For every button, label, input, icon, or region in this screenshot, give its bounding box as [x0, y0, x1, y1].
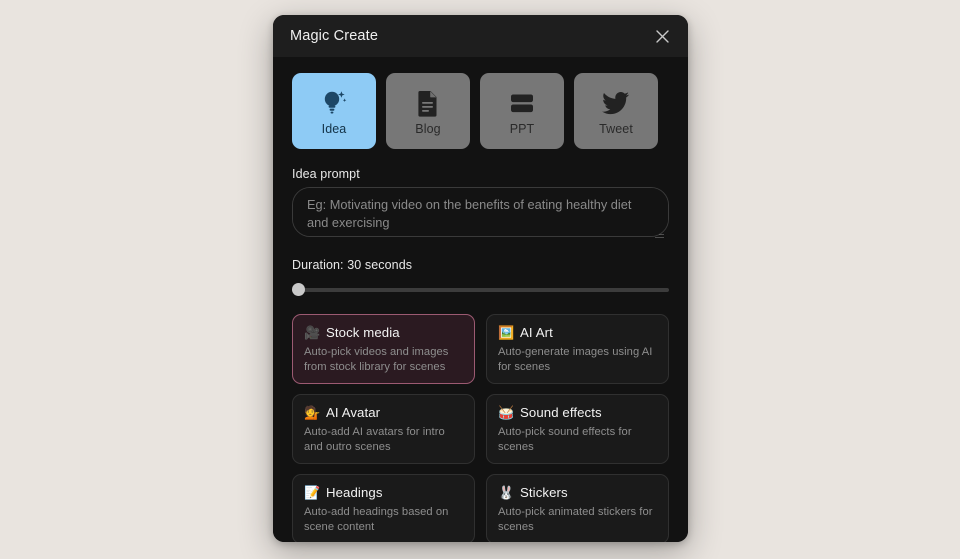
movie-camera-icon: 🎥 — [304, 325, 321, 340]
memo-icon: 📝 — [304, 485, 321, 500]
page-title: Magic Create — [290, 28, 379, 44]
feature-card-headings[interactable]: 📝 Headings Auto-add headings based on sc… — [292, 474, 475, 542]
mode-tab-idea[interactable]: Idea — [292, 73, 376, 149]
feature-card-ai-avatar[interactable]: 💁 AI Avatar Auto-add AI avatars for intr… — [292, 394, 475, 464]
magic-create-modal: Magic Create Idea Blog PPT Tweet Idea pr… — [273, 15, 688, 542]
lightbulb-sparkle-icon — [321, 86, 347, 120]
feature-card-head: 🐰 Stickers — [498, 485, 657, 500]
mode-tab-blog[interactable]: Blog — [386, 73, 470, 149]
feature-card-head: 📝 Headings — [304, 485, 463, 500]
feature-card-title: AI Art — [520, 325, 553, 340]
mode-tab-ppt[interactable]: PPT — [480, 73, 564, 149]
feature-card-description: Auto-pick animated stickers for scenes — [498, 506, 653, 533]
feature-card-description: Auto-pick videos and images from stock l… — [304, 346, 449, 373]
feature-card-title: Stickers — [520, 485, 568, 500]
drum-icon: 🥁 — [498, 405, 515, 420]
mode-tab-label: PPT — [509, 122, 535, 136]
document-lines-icon — [416, 86, 440, 120]
feature-card-title: Sound effects — [520, 405, 602, 420]
feature-card-stickers[interactable]: 🐰 Stickers Auto-pick animated stickers f… — [486, 474, 669, 542]
feature-card-ai-art[interactable]: 🖼️ AI Art Auto-generate images using AI … — [486, 314, 669, 384]
slider-track[interactable] — [292, 288, 669, 292]
mode-tab-label: Tweet — [599, 122, 633, 136]
slider-thumb[interactable] — [292, 283, 305, 296]
modal-body: Idea Blog PPT Tweet Idea prompt Eg: Moti… — [273, 57, 688, 542]
mode-tab-label: Idea — [321, 122, 347, 136]
slides-bars-icon — [508, 86, 536, 120]
feature-card-head: 🎥 Stock media — [304, 325, 463, 340]
feature-card-description: Auto-add AI avatars for intro and outro … — [304, 426, 445, 453]
duration-section: Duration: 30 seconds — [292, 258, 669, 297]
feature-card-grid: 🎥 Stock media Auto-pick videos and image… — [292, 314, 669, 542]
feature-card-title: AI Avatar — [326, 405, 381, 420]
prompt-label: Idea prompt — [292, 167, 360, 181]
prompt-section: Idea prompt — [292, 167, 669, 242]
duration-slider[interactable] — [292, 283, 669, 297]
twitter-bird-icon — [602, 86, 630, 120]
feature-card-sound-effects[interactable]: 🥁 Sound effects Auto-pick sound effects … — [486, 394, 669, 464]
duration-label: Duration: 30 seconds — [292, 258, 413, 272]
close-icon[interactable] — [650, 24, 674, 48]
feature-card-description: Auto-pick sound effects for scenes — [498, 426, 632, 453]
mode-tab-label: Blog — [415, 122, 441, 136]
prompt-textarea-wrap — [292, 187, 669, 242]
feature-card-title: Stock media — [326, 325, 400, 340]
idea-prompt-input[interactable] — [292, 187, 669, 237]
feature-card-head: 🥁 Sound effects — [498, 405, 657, 420]
feature-card-description: Auto-add headings based on scene content — [304, 506, 449, 533]
mode-tab-list: Idea Blog PPT Tweet — [292, 73, 669, 149]
modal-header: Magic Create — [273, 15, 688, 57]
feature-card-description: Auto-generate images using AI for scenes — [498, 346, 653, 373]
feature-card-stock-media[interactable]: 🎥 Stock media Auto-pick videos and image… — [292, 314, 475, 384]
rabbit-face-icon: 🐰 — [498, 485, 515, 500]
person-tipping-hand-icon: 💁 — [304, 405, 321, 420]
feature-card-head: 💁 AI Avatar — [304, 405, 463, 420]
feature-card-title: Headings — [326, 485, 383, 500]
mode-tab-tweet[interactable]: Tweet — [574, 73, 658, 149]
framed-picture-icon: 🖼️ — [498, 325, 515, 340]
feature-card-head: 🖼️ AI Art — [498, 325, 657, 340]
